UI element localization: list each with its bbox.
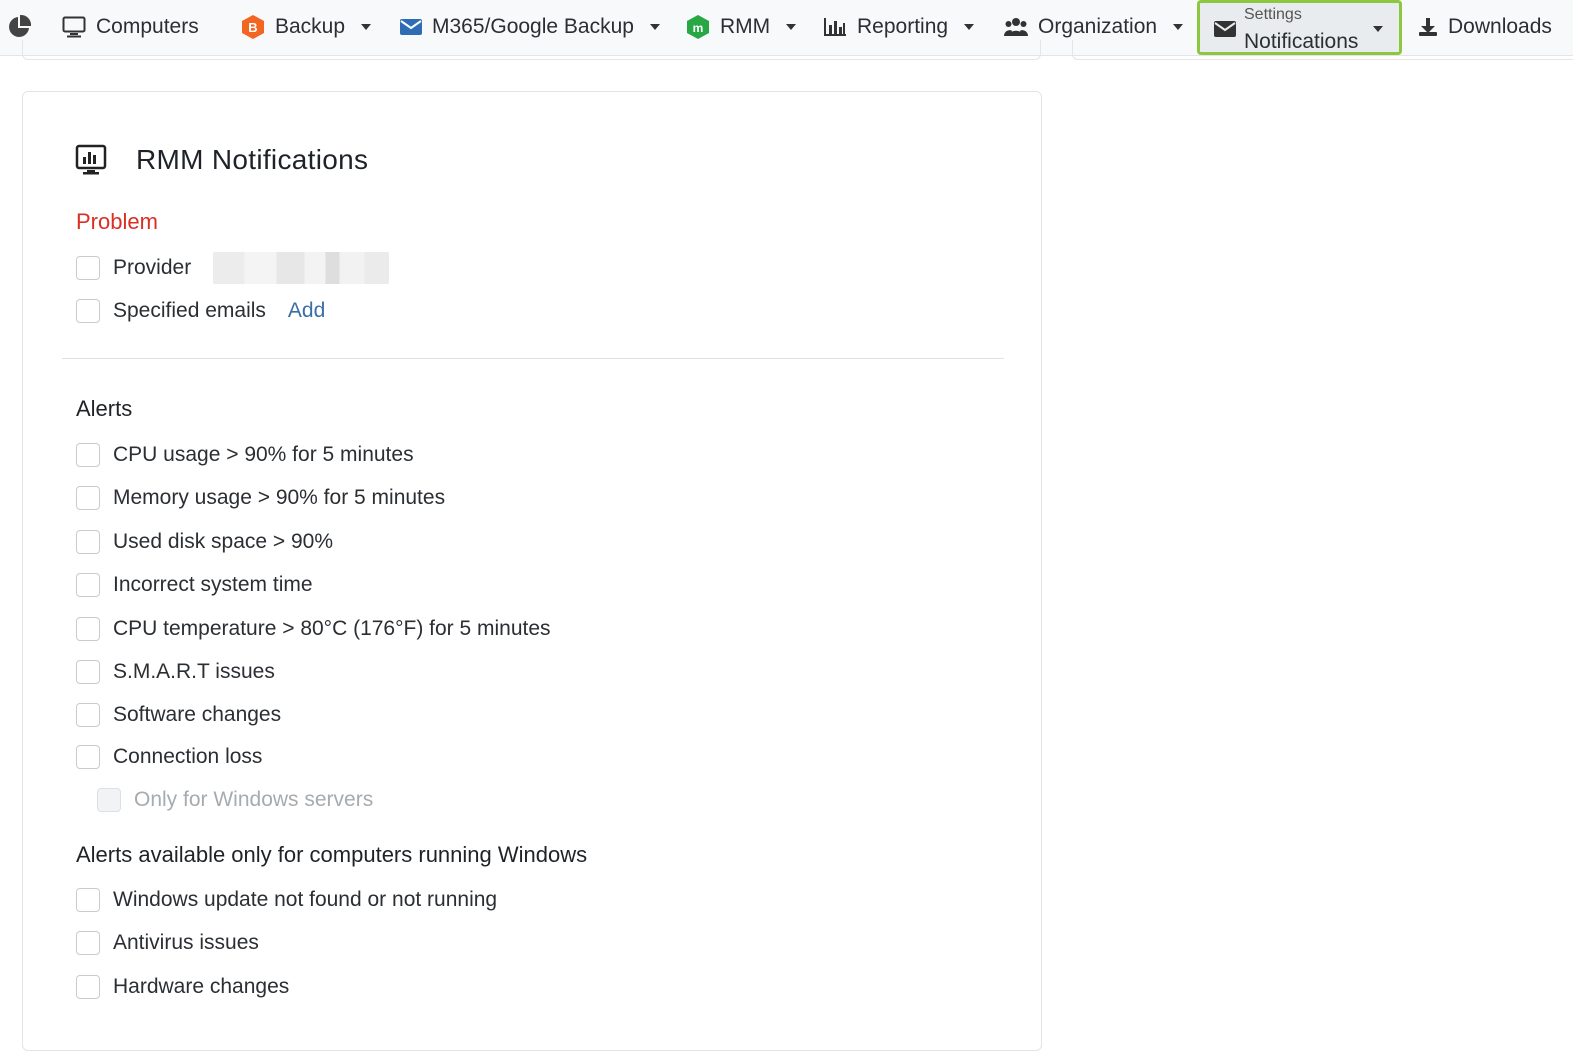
alert-row: CPU temperature > 80°C (176°F) for 5 min…: [76, 615, 551, 643]
alert-checkbox[interactable]: [76, 660, 100, 684]
windows-alert-row: Antivirus issues: [76, 929, 259, 957]
specified-emails-row: Specified emails Add: [76, 297, 325, 325]
windows-alert-row: Windows update not found or not running: [76, 886, 497, 914]
alert-checkbox[interactable]: [76, 573, 100, 597]
alert-label: CPU temperature > 80°C (176°F) for 5 min…: [113, 617, 551, 640]
alert-label: Connection loss: [113, 745, 263, 768]
alert-checkbox[interactable]: [76, 530, 100, 554]
alert-checkbox[interactable]: [76, 745, 100, 769]
windows-alert-checkbox[interactable]: [76, 931, 100, 955]
specified-emails-checkbox[interactable]: [76, 299, 100, 323]
chevron-down-icon: [964, 24, 975, 30]
rmm-logo-icon: m: [687, 15, 709, 39]
alert-checkbox[interactable]: [76, 617, 100, 641]
nav-rmm-label: RMM: [720, 15, 771, 38]
alert-row: Used disk space > 90%: [76, 528, 333, 556]
alert-row: Incorrect system time: [76, 571, 313, 599]
nav-reporting-label: Reporting: [857, 15, 949, 38]
add-email-link[interactable]: Add: [288, 299, 325, 323]
alert-row: Memory usage > 90% for 5 minutes: [76, 484, 445, 512]
chevron-down-icon: [786, 24, 797, 30]
monitor-icon: [62, 16, 86, 38]
rmm-notifications-card: RMM Notifications Problem Provider Speci…: [22, 91, 1042, 1051]
download-icon: [1419, 18, 1437, 36]
card-edge: [22, 40, 1041, 60]
divider: [62, 358, 1004, 359]
settings-caption: Settings: [1244, 6, 1302, 23]
chevron-down-icon: [1173, 24, 1184, 30]
backup-logo-icon: B: [242, 15, 264, 39]
nav-organization-label: Organization: [1038, 15, 1158, 38]
nav-computers-label: Computers: [96, 15, 199, 38]
chevron-down-icon: [1373, 26, 1383, 32]
alert-checkbox[interactable]: [76, 486, 100, 510]
chevron-down-icon: [361, 24, 372, 30]
chevron-down-icon: [649, 24, 660, 30]
svg-text:m: m: [693, 21, 704, 35]
alerts-heading: Alerts: [76, 396, 133, 421]
provider-email-redacted: [213, 252, 390, 284]
nav-backup-label: Backup: [275, 15, 346, 38]
alert-label: S.M.A.R.T issues: [113, 660, 275, 683]
nav-m365-label: M365/Google Backup: [432, 15, 634, 38]
windows-alert-label: Windows update not found or not running: [113, 888, 498, 911]
alert-checkbox[interactable]: [76, 443, 100, 467]
alert-label: Incorrect system time: [113, 573, 313, 596]
provider-row: Provider: [76, 252, 390, 284]
nav-downloads-label: Downloads: [1448, 15, 1552, 38]
windows-servers-only-row: Only for Windows servers: [97, 786, 373, 814]
windows-alert-label: Antivirus issues: [113, 931, 259, 954]
windows-alert-checkbox[interactable]: [76, 888, 100, 912]
windows-alerts-heading: Alerts available only for computers runn…: [76, 842, 588, 867]
alert-label: Used disk space > 90%: [113, 530, 334, 553]
problem-heading: Problem: [76, 209, 158, 234]
alert-row: Connection loss: [76, 743, 262, 771]
windows-alert-checkbox[interactable]: [76, 975, 100, 999]
alert-checkbox[interactable]: [76, 703, 100, 727]
monitor-chart-icon: [75, 144, 107, 175]
users-icon: [1004, 18, 1028, 36]
alert-label: Memory usage > 90% for 5 minutes: [113, 486, 446, 509]
windows-alert-label: Hardware changes: [113, 975, 290, 998]
alert-label: Software changes: [113, 703, 282, 726]
windows-alert-row: Hardware changes: [76, 973, 289, 1001]
card-edge: [1072, 40, 1573, 60]
provider-checkbox[interactable]: [76, 256, 100, 280]
specified-emails-label: Specified emails: [113, 299, 266, 322]
alert-row: Software changes: [76, 701, 281, 729]
svg-text:B: B: [248, 20, 257, 35]
alert-row: S.M.A.R.T issues: [76, 658, 275, 686]
windows-servers-only-checkbox: [97, 788, 121, 812]
provider-label: Provider: [113, 256, 192, 279]
windows-servers-only-label: Only for Windows servers: [134, 788, 374, 811]
alert-row: CPU usage > 90% for 5 minutes: [76, 441, 414, 469]
envelope-icon: [1214, 21, 1236, 37]
envelope-icon: [400, 19, 422, 35]
bar-chart-icon: [824, 18, 846, 36]
card-title: RMM Notifications: [136, 144, 369, 175]
alert-label: CPU usage > 90% for 5 minutes: [113, 443, 414, 466]
